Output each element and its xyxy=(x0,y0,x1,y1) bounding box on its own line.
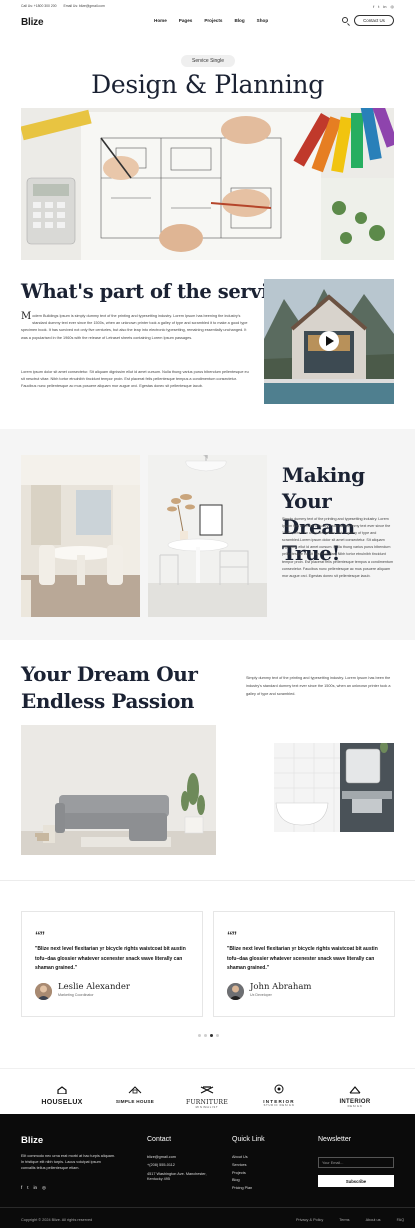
search-icon[interactable] xyxy=(342,17,348,23)
footer-newsletter-title: Newsletter xyxy=(318,1136,352,1143)
footer-quick-title: Quick Link xyxy=(232,1136,265,1143)
footer-divider xyxy=(0,1207,415,1208)
testimonial-quote: "Blize next level flexitarian yr bicycle… xyxy=(227,946,378,971)
twitter-icon[interactable]: t xyxy=(27,1185,28,1191)
instagram-icon[interactable]: ◎ xyxy=(42,1185,46,1191)
nav-link-home[interactable]: Home xyxy=(154,18,167,23)
slider-dots xyxy=(198,1034,219,1037)
instagram-icon[interactable]: ◎ xyxy=(391,4,395,9)
subscribe-button[interactable]: Subscribe xyxy=(318,1175,394,1187)
footer-logo[interactable]: Blize xyxy=(21,1135,43,1146)
living-room-image xyxy=(21,725,216,855)
brand-logo-simple-house: SIMPLE HOUSE xyxy=(112,1081,158,1104)
passion-text: Simply dummy text of the printing and ty… xyxy=(246,676,391,696)
linkedin-icon[interactable]: in xyxy=(34,1185,38,1191)
footer-description: Elit commodo nec urna erat morbi at hac … xyxy=(21,1154,116,1171)
nav-link-blog[interactable]: Blog xyxy=(234,18,244,23)
twitter-icon[interactable]: t xyxy=(378,4,379,9)
hero-blueprint-image xyxy=(21,108,394,260)
brand-logo-houselux: HOUSELUX xyxy=(40,1081,84,1106)
testimonial-name: Leslie Alexander xyxy=(58,982,130,992)
service-paragraph-1: Modern Buildings Ipsum is simply dummy t… xyxy=(21,311,249,342)
copyright: Copyright © 2024 Blize. All rights reser… xyxy=(21,1218,93,1222)
contact-us-button[interactable]: Contact Us xyxy=(354,15,394,26)
house-video-thumbnail[interactable] xyxy=(264,279,394,404)
brand-logo-furniture: FURNITURE MINIMALIST xyxy=(184,1081,230,1109)
dining-room-image xyxy=(21,455,140,617)
newsletter-email-input[interactable]: Your Email... xyxy=(318,1157,394,1168)
facebook-icon[interactable]: f xyxy=(21,1185,22,1191)
footer-link-terms[interactable]: Terms xyxy=(339,1218,349,1222)
slider-dot[interactable] xyxy=(216,1034,219,1037)
service-paragraph-1-text: odern Buildings Ipsum is simply dummy te… xyxy=(21,314,248,340)
testimonial-quote: "Blize next level flexitarian yr bicycle… xyxy=(35,946,186,971)
footer-link-faq[interactable]: FAQ xyxy=(397,1218,405,1222)
brand-logo-interior-studio: INTERIOR STUDIO DESIGN xyxy=(256,1081,302,1107)
nav-link-pages[interactable]: Pages xyxy=(179,18,193,23)
brand-name: HOUSELUX xyxy=(41,1099,83,1106)
footer-link-pricing[interactable]: Pricing Plan xyxy=(232,1185,252,1193)
footer-contact-email[interactable]: blize@gmail.com xyxy=(147,1154,217,1162)
top-bar-contact: Call Us: +1800 300 200 Email Us: blize@g… xyxy=(21,4,111,8)
footer: Blize Elit commodo nec urna erat morbi a… xyxy=(0,1114,415,1228)
brand-logo-interior-design: INTERIOR DESIGN xyxy=(332,1081,378,1108)
page-title: Design & Planning xyxy=(91,70,324,99)
footer-link-about-us[interactable]: About us xyxy=(366,1218,381,1222)
footer-link-privacy[interactable]: Privacy & Policy xyxy=(296,1218,323,1222)
footer-link-services[interactable]: Services xyxy=(232,1162,252,1170)
dream-true-text: Simply dummy text of the printing and ty… xyxy=(282,517,394,578)
brand-name: SIMPLE HOUSE xyxy=(115,1099,155,1104)
main-navigation: Blize Home Pages Projects Blog Shop Cont… xyxy=(0,12,415,32)
service-paragraph-2: Lorem ipsum dolor sit amet consectetur. … xyxy=(21,370,249,389)
linkedin-icon[interactable]: in xyxy=(383,4,386,9)
brand-subtitle: DESIGN xyxy=(347,1105,363,1108)
footer-contact-address: 4517 Washington Ave. Manchester, Kentuck… xyxy=(147,1171,207,1182)
footer-contact-list: blize@gmail.com +(208) 555-0112 4517 Was… xyxy=(147,1154,217,1183)
nav-link-projects[interactable]: Projects xyxy=(204,18,222,23)
slider-dot[interactable] xyxy=(204,1034,207,1037)
nav-links: Home Pages Projects Blog Shop xyxy=(154,18,268,23)
circle-logo-icon xyxy=(274,1084,284,1094)
testimonial-role: Marketing Coordinator xyxy=(58,993,94,997)
quote-icon: “” xyxy=(35,930,45,942)
service-section-title: What's part of the service xyxy=(21,280,292,303)
chair-icon xyxy=(200,1086,214,1094)
footer-link-about[interactable]: About Us xyxy=(232,1154,252,1162)
footer-contact-title: Contact xyxy=(147,1136,172,1143)
footer-quick-links: About Us Services Projects Blog Pricing … xyxy=(232,1154,252,1193)
top-bar-email[interactable]: Email Us: blize@gmail.com xyxy=(64,4,105,8)
testimonial-card: “” "Blize next level flexitarian yr bicy… xyxy=(213,911,395,1017)
drop-cap: M xyxy=(21,311,32,322)
bathroom-image xyxy=(274,743,394,832)
brand-subtitle: STUDIO DESIGN xyxy=(263,1104,295,1107)
footer-social: f t in ◎ xyxy=(21,1185,46,1191)
top-bar: Call Us: +1800 300 200 Email Us: blize@g… xyxy=(0,0,415,12)
roof-icon xyxy=(128,1086,142,1094)
brand-name: FURNITURE xyxy=(185,1099,228,1106)
testimonial-card: “” "Blize next level flexitarian yr bicy… xyxy=(21,911,203,1017)
slider-dot[interactable] xyxy=(198,1034,201,1037)
building-icon xyxy=(349,1086,361,1094)
white-table-image xyxy=(148,455,267,617)
footer-bottom-links: Privacy & Policy Terms About us FAQ xyxy=(296,1218,404,1222)
quote-icon: “” xyxy=(227,930,237,942)
section-divider xyxy=(0,880,415,881)
footer-link-blog[interactable]: Blog xyxy=(232,1177,252,1185)
top-bar-call[interactable]: Call Us: +1800 300 200 xyxy=(21,4,57,8)
facebook-icon[interactable]: f xyxy=(373,4,374,9)
testimonial-name: John Abraham xyxy=(250,982,312,992)
testimonial-role: Ux Developer xyxy=(250,993,272,997)
avatar xyxy=(35,983,52,1000)
slider-dot-active[interactable] xyxy=(210,1034,213,1037)
nav-link-shop[interactable]: Shop xyxy=(257,18,268,23)
logo[interactable]: Blize xyxy=(21,17,44,28)
footer-link-projects[interactable]: Projects xyxy=(232,1170,252,1178)
footer-contact-phone[interactable]: +(208) 555-0112 xyxy=(147,1162,217,1170)
passion-title: Your Dream Our Endless Passion xyxy=(21,662,198,713)
avatar xyxy=(227,983,244,1000)
house-icon xyxy=(57,1086,67,1095)
top-bar-social: f t in ◎ xyxy=(373,4,394,9)
service-badge: Service Single xyxy=(181,55,235,67)
brand-subtitle: MINIMALIST xyxy=(195,1106,219,1109)
